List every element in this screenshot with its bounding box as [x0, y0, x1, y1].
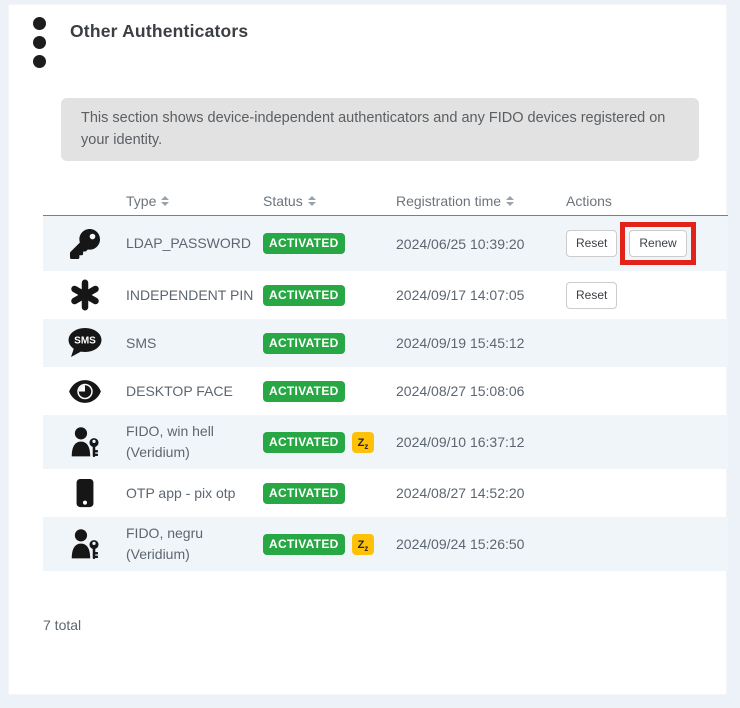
authenticators-table: Type Status Registration time Actions LD…: [43, 187, 728, 571]
phone-icon: [76, 478, 94, 508]
table-row: SMS SMS ACTIVATED 2024/09/19 15:45:12: [43, 319, 728, 367]
sleep-badge: Zz: [352, 534, 375, 555]
column-header-status[interactable]: Status: [263, 193, 396, 209]
column-header-label: Actions: [566, 193, 612, 209]
sleep-badge: Zz: [352, 432, 375, 453]
authenticator-type: DESKTOP FACE: [126, 381, 255, 402]
key-icon: [70, 229, 100, 259]
reset-button[interactable]: Reset: [566, 230, 617, 257]
person-key-icon: [70, 426, 100, 458]
table-row: FIDO, win hell (Veridium) ACTIVATED Zz 2…: [43, 415, 728, 469]
type-cell: INDEPENDENT PIN: [126, 279, 263, 312]
vertical-dots-icon[interactable]: [33, 13, 46, 68]
sort-icon[interactable]: [506, 196, 514, 206]
type-cell: LDAP_PASSWORD: [126, 227, 263, 260]
reset-button[interactable]: Reset: [566, 282, 617, 309]
registration-time: 2024/08/27 15:08:06: [396, 377, 566, 405]
table-row: LDAP_PASSWORD ACTIVATED 2024/06/25 10:39…: [43, 216, 728, 271]
asterisk-icon: [70, 279, 100, 311]
status-badge: ACTIVATED: [263, 233, 345, 254]
annotation-highlight: Renew: [620, 222, 695, 265]
type-cell: OTP app - pix otp: [126, 477, 263, 510]
eye-icon: [68, 379, 102, 404]
status-badge: ACTIVATED: [263, 333, 345, 354]
actions-cell: Reset Renew: [566, 216, 728, 271]
registration-time: 2024/09/10 16:37:12: [396, 428, 566, 456]
status-cell: ACTIVATED: [263, 279, 396, 312]
type-icon-cell: [43, 522, 126, 566]
card-header: Other Authenticators: [9, 5, 726, 68]
status-cell: ACTIVATED: [263, 327, 396, 360]
sort-icon[interactable]: [161, 196, 169, 206]
column-header-label: Status: [263, 193, 303, 209]
other-authenticators-card: Other Authenticators This section shows …: [8, 4, 727, 695]
authenticator-type: SMS: [126, 333, 255, 354]
authenticator-type: FIDO, negru: [126, 523, 255, 544]
actions-cell: [566, 337, 728, 349]
table-row: INDEPENDENT PIN ACTIVATED 2024/09/17 14:…: [43, 271, 728, 319]
status-badge: ACTIVATED: [263, 381, 345, 402]
registration-time: 2024/09/24 15:26:50: [396, 530, 566, 558]
actions-cell: [566, 538, 728, 550]
status-badge: ACTIVATED: [263, 483, 345, 504]
registration-time: 2024/06/25 10:39:20: [396, 230, 566, 258]
table-row: OTP app - pix otp ACTIVATED 2024/08/27 1…: [43, 469, 728, 517]
status-cell: ACTIVATED: [263, 227, 396, 260]
status-cell: ACTIVATED: [263, 375, 396, 408]
authenticator-type-line2: (Veridium): [126, 544, 255, 565]
authenticator-type: OTP app - pix otp: [126, 483, 255, 504]
type-cell: SMS: [126, 327, 263, 360]
registration-time: 2024/09/19 15:45:12: [396, 329, 566, 357]
svg-text:SMS: SMS: [74, 336, 96, 347]
renew-button[interactable]: Renew: [629, 230, 686, 257]
actions-cell: [566, 385, 728, 397]
actions-cell: Reset: [566, 276, 728, 315]
total-count: 7 total: [43, 617, 726, 633]
type-cell: DESKTOP FACE: [126, 375, 263, 408]
table-header-row: Type Status Registration time Actions: [43, 187, 728, 216]
type-icon-cell: [43, 273, 126, 317]
status-cell: ACTIVATED: [263, 477, 396, 510]
status-badge: ACTIVATED: [263, 285, 345, 306]
type-icon-cell: [43, 223, 126, 265]
type-cell: FIDO, win hell (Veridium): [126, 415, 263, 469]
registration-time: 2024/08/27 14:52:20: [396, 479, 566, 507]
authenticator-type: INDEPENDENT PIN: [126, 285, 255, 306]
column-header-actions[interactable]: Actions: [566, 193, 728, 209]
column-header-label: Type: [126, 193, 156, 209]
status-badge: ACTIVATED: [263, 534, 345, 555]
authenticator-type-line2: (Veridium): [126, 442, 255, 463]
authenticator-type: LDAP_PASSWORD: [126, 233, 255, 254]
status-badge: ACTIVATED: [263, 432, 345, 453]
registration-time: 2024/09/17 14:07:05: [396, 281, 566, 309]
table-body: LDAP_PASSWORD ACTIVATED 2024/06/25 10:39…: [43, 216, 728, 571]
type-cell: FIDO, negru (Veridium): [126, 517, 263, 571]
info-text: This section shows device-independent au…: [81, 110, 665, 148]
page-title: Other Authenticators: [70, 21, 248, 42]
table-row: FIDO, negru (Veridium) ACTIVATED Zz 2024…: [43, 517, 728, 571]
column-header-type[interactable]: Type: [126, 193, 263, 209]
authenticator-type: FIDO, win hell: [126, 421, 255, 442]
sort-icon[interactable]: [308, 196, 316, 206]
person-key-icon: [70, 528, 100, 560]
type-icon-cell: [43, 373, 126, 410]
sms-icon: SMS: [67, 327, 103, 359]
column-header-label: Registration time: [396, 193, 501, 209]
type-icon-cell: [43, 472, 126, 514]
table-row: DESKTOP FACE ACTIVATED 2024/08/27 15:08:…: [43, 367, 728, 415]
type-icon-cell: [43, 420, 126, 464]
actions-cell: [566, 487, 728, 499]
status-cell: ACTIVATED Zz: [263, 528, 396, 561]
type-icon-cell: SMS: [43, 321, 126, 365]
info-box: This section shows device-independent au…: [61, 98, 699, 161]
actions-cell: [566, 436, 728, 448]
column-header-registration-time[interactable]: Registration time: [396, 193, 566, 209]
status-cell: ACTIVATED Zz: [263, 426, 396, 459]
